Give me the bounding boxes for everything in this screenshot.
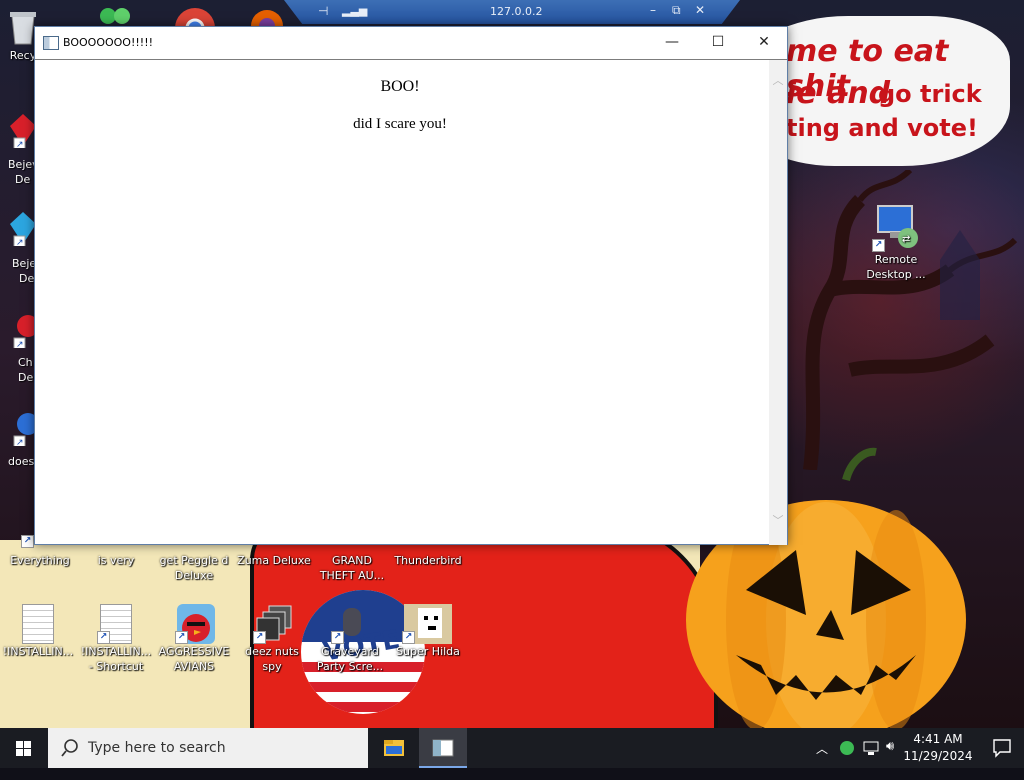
svg-text:↗: ↗ (16, 238, 24, 246)
remote-close-button[interactable]: ✕ (695, 3, 705, 17)
booo-window: BOOOOOOO!!!!! — ☐ ✕ BOO! did I scare you… (34, 26, 788, 545)
shortcut-arrow-icon: ↗ (97, 631, 110, 644)
remote-desktop-icon: ⇄ ↗ (872, 204, 918, 252)
shortcut-arrow-icon: ↗ (175, 631, 188, 644)
window-minimize-button[interactable]: — (649, 27, 695, 58)
desktop-icon-super-hilda[interactable]: ↗ Super Hilda (390, 604, 466, 659)
page-text: did I scare you! (353, 116, 447, 132)
shortcut-arrow-icon: ↗ (253, 631, 266, 644)
clock-time: 4:41 AM (913, 732, 963, 746)
angry-bird-icon: ↗ (175, 604, 215, 644)
desktop-icon-label: Remote Desktop ... (866, 253, 926, 281)
desktop-icon-label: Super Hilda (396, 645, 460, 658)
firefox-icon[interactable] (250, 6, 284, 28)
speech-line-3: ting and vote! (786, 114, 978, 142)
document-icon: ↗ (97, 604, 133, 644)
booo-window-icon (432, 739, 454, 757)
desktop-icon-label: !INSTALLIN... - Shortcut (80, 645, 152, 673)
page-heading: BOO! (380, 78, 420, 95)
volume-icon[interactable]: 🔊︎ (886, 739, 894, 779)
scroll-down-icon[interactable]: ﹀ (769, 512, 787, 528)
shortcut-arrow-icon: ↗ (402, 631, 415, 644)
svg-text:↗: ↗ (16, 438, 24, 446)
pixel-dog-icon: ↗ (402, 604, 452, 644)
speech-line-2a: ie and (786, 76, 891, 111)
window-maximize-button[interactable]: ☐ (695, 27, 741, 58)
desktop-icon-label: deez nuts spy (245, 645, 299, 673)
desktop-icon-label: get Peggle d Deluxe (159, 554, 229, 582)
desktop-icon-deez-nuts-spy[interactable]: ↗ deez nuts spy (234, 604, 310, 674)
desktop-icon-remote-desktop[interactable]: ⇄ ↗ Remote Desktop ... (858, 204, 934, 282)
desktop-icon-label: Beje De (12, 257, 37, 285)
desktop-icon-label: does (8, 455, 35, 468)
desktop-icon-installing-shortcut[interactable]: ↗ !INSTALLIN... - Shortcut (78, 604, 154, 674)
graveyard-icon: ↗ (331, 604, 367, 644)
desktop-icon-label: Thunderbird (394, 554, 462, 567)
pin-icon[interactable]: ⊣ (318, 4, 328, 18)
desktop-icon-installing[interactable]: !INSTALLIN... (0, 604, 76, 659)
chrome-icon[interactable] (172, 6, 218, 28)
svg-text:⇄: ⇄ (902, 234, 910, 245)
taskbar-booo-window[interactable] (419, 728, 467, 768)
clock-date: 11/29/2024 (903, 749, 973, 763)
desktop-icon-label: Ch De (18, 356, 34, 384)
desktop-icon-label: is very (97, 554, 135, 567)
desktop-icon-aggressive-avians[interactable]: ↗ AGGRESSIVE AVIANS (156, 604, 232, 674)
document-icon (21, 604, 55, 644)
notification-icon (993, 739, 1011, 758)
vertical-scrollbar[interactable]: ︿ ﹀ (769, 60, 787, 545)
desktop-icon-label: Everything (10, 554, 70, 567)
chevron-up-icon[interactable]: ︿ (816, 740, 828, 780)
speech-line-2b: go trick (878, 80, 982, 108)
remote-bar-title: 127.0.0.2 (490, 5, 543, 18)
window-title-bar[interactable]: BOOOOOOO!!!!! — ☐ ✕ (35, 27, 787, 58)
taskbar-clock[interactable]: 4:41 AM 11/29/2024 (902, 731, 974, 765)
desktop-icon-label: Zuma Deluxe (237, 554, 311, 567)
window-title: BOOOOOOO!!!!! (63, 36, 154, 49)
search-icon (61, 739, 78, 757)
shortcut-arrow-icon: ↗ (872, 239, 885, 252)
network-people-icon[interactable] (838, 739, 856, 779)
window-stack-icon: ↗ (253, 604, 292, 644)
desktop-icon-label: Graveyard Party Scre... (316, 645, 384, 673)
desktop-icon-label: !INSTALLIN... (2, 645, 74, 658)
desktop-icon-graveyard-party[interactable]: ↗ Graveyard Party Scre... (312, 604, 388, 674)
window-close-button[interactable]: ✕ (741, 27, 787, 58)
window-app-icon (43, 36, 59, 50)
desktop-icon-label: GRAND THEFT AU... (319, 554, 385, 582)
signal-bars-icon[interactable]: ▂▃▅ (342, 4, 367, 17)
desktop-icon-label: Recy (9, 49, 37, 62)
network-icon[interactable] (862, 739, 880, 779)
taskbar: Type here to search ︿ 🔊︎ 4:41 AM 11/29/2… (0, 728, 1024, 768)
taskbar-search-box[interactable]: Type here to search (48, 728, 368, 768)
remote-connection-bar: ⊣ ▂▃▅ 127.0.0.2 – ⧉ ✕ (284, 0, 740, 24)
file-explorer-icon (384, 740, 404, 756)
svg-text:↗: ↗ (16, 140, 24, 148)
remote-minimize-button[interactable]: – (650, 3, 656, 17)
shortcut-arrow-icon: ↗ (331, 631, 344, 644)
start-button[interactable] (0, 728, 48, 768)
taskbar-file-explorer[interactable] (370, 728, 418, 768)
remote-restore-button[interactable]: ⧉ (672, 3, 681, 18)
desktop-icon-label: AGGRESSIVE AVIANS (158, 645, 230, 673)
window-content: BOO! did I scare you! ︿ ﹀ (35, 59, 787, 545)
svg-text:↗: ↗ (16, 340, 24, 348)
action-center-button[interactable] (980, 728, 1024, 768)
windows-logo-icon (16, 741, 31, 756)
search-placeholder: Type here to search (88, 740, 226, 756)
scroll-up-icon[interactable]: ︿ (769, 72, 787, 88)
